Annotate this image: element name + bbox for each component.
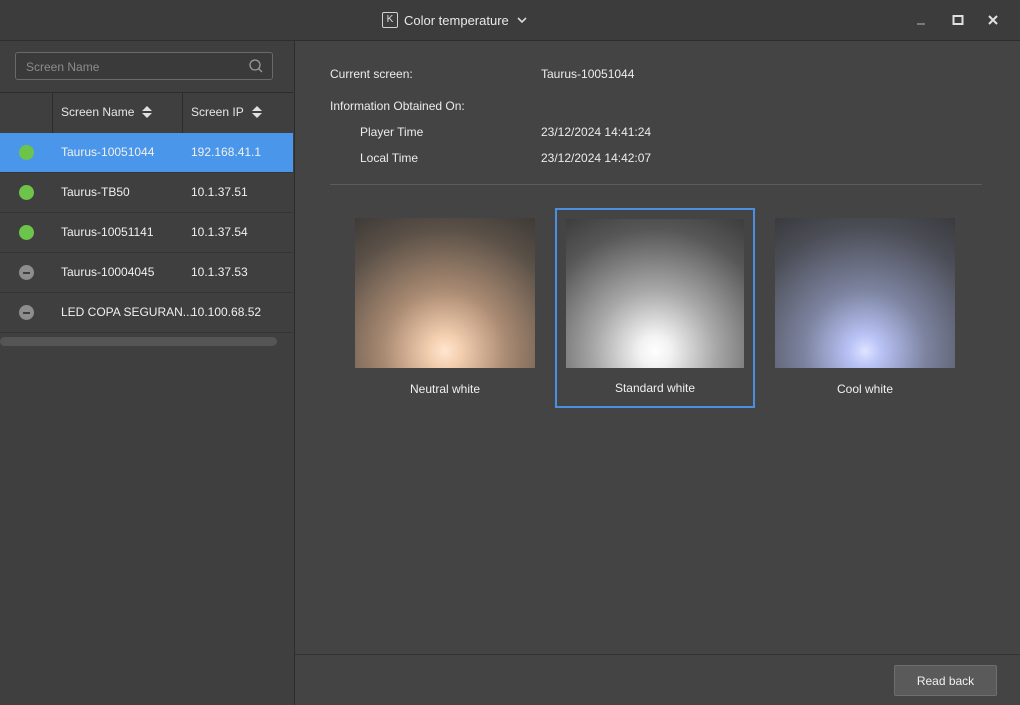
minimize-icon — [917, 23, 925, 25]
column-header-label: Screen Name — [61, 105, 135, 119]
read-back-button[interactable]: Read back — [894, 665, 997, 696]
screen-name-cell: Taurus-10051044 — [61, 145, 155, 159]
screen-name-cell: LED COPA SEGURAN... — [61, 305, 193, 319]
preset-cool-white[interactable]: Cool white — [765, 208, 965, 408]
local-time-label: Local Time — [360, 151, 419, 165]
screen-name-cell: Taurus-TB50 — [61, 185, 130, 199]
screen-ip-cell: 10.1.37.51 — [191, 185, 248, 199]
search-box[interactable] — [15, 52, 273, 80]
title-dropdown[interactable]: K Color temperature — [382, 10, 529, 30]
close-button[interactable] — [985, 12, 1001, 28]
search-icon[interactable] — [248, 58, 264, 74]
status-online-icon — [19, 145, 34, 160]
table-row[interactable]: Taurus-10004045 10.1.37.53 — [0, 253, 293, 293]
column-header-screen-name[interactable]: Screen Name — [61, 105, 153, 119]
local-time-value: 23/12/2024 14:42:07 — [541, 151, 652, 165]
screen-name-cell: Taurus-10051141 — [61, 225, 154, 239]
screen-ip-cell: 192.168.41.1 — [191, 145, 262, 159]
player-time-label: Player Time — [360, 125, 424, 139]
status-online-icon — [19, 185, 34, 200]
table-row[interactable]: Taurus-TB50 10.1.37.51 — [0, 173, 293, 213]
table-row[interactable]: Taurus-10051141 10.1.37.54 — [0, 213, 293, 253]
search-input[interactable] — [24, 57, 238, 77]
screen-list-panel: Screen Name Screen IP Taurus-10051044 19… — [0, 41, 295, 705]
chevron-down-icon — [517, 17, 527, 24]
screen-name-cell: Taurus-10004045 — [61, 265, 155, 279]
title-bar: K Color temperature — [0, 0, 1020, 41]
screen-table-body: Taurus-10051044 192.168.41.1 Taurus-TB50… — [0, 133, 293, 333]
table-header: Screen Name Screen IP — [0, 92, 293, 134]
window-title: Color temperature — [404, 12, 509, 28]
sort-icon — [142, 106, 153, 118]
table-row[interactable]: Taurus-10051044 192.168.41.1 — [0, 133, 293, 173]
neutral-white-preview — [355, 218, 535, 368]
column-divider — [52, 93, 53, 133]
column-header-label: Screen IP — [191, 105, 244, 119]
preset-label: Cool white — [836, 382, 894, 396]
column-divider — [182, 93, 183, 133]
table-row[interactable]: LED COPA SEGURAN... 10.100.68.52 — [0, 293, 293, 333]
screen-ip-cell: 10.100.68.52 — [191, 305, 262, 319]
maximize-button[interactable] — [950, 12, 966, 28]
screen-ip-cell: 10.1.37.53 — [191, 265, 248, 279]
preset-label: Neutral white — [409, 382, 481, 396]
maximize-icon — [952, 15, 964, 25]
current-screen-value: Taurus-10051044 — [541, 67, 635, 81]
player-time-value: 23/12/2024 14:41:24 — [541, 125, 652, 139]
obtained-on-label: Information Obtained On: — [330, 99, 465, 113]
preset-standard-white[interactable]: Standard white — [555, 208, 755, 408]
preset-label: Standard white — [614, 381, 696, 395]
status-online-icon — [19, 225, 34, 240]
divider — [330, 184, 982, 185]
preset-neutral-white[interactable]: Neutral white — [345, 208, 545, 408]
current-screen-label: Current screen: — [330, 67, 413, 81]
minimize-button[interactable] — [913, 12, 929, 28]
footer-divider — [295, 654, 1020, 655]
status-offline-icon — [19, 265, 34, 280]
screen-ip-cell: 10.1.37.54 — [191, 225, 248, 239]
cool-white-preview — [775, 218, 955, 368]
sort-icon — [251, 106, 262, 118]
close-icon — [988, 15, 998, 25]
standard-white-preview — [566, 219, 744, 368]
column-header-screen-ip[interactable]: Screen IP — [191, 105, 262, 119]
status-offline-icon — [19, 305, 34, 320]
app-logo: K — [382, 12, 398, 28]
color-temperature-panel: Current screen: Taurus-10051044 Informat… — [295, 41, 1020, 705]
horizontal-scrollbar[interactable] — [0, 337, 277, 346]
